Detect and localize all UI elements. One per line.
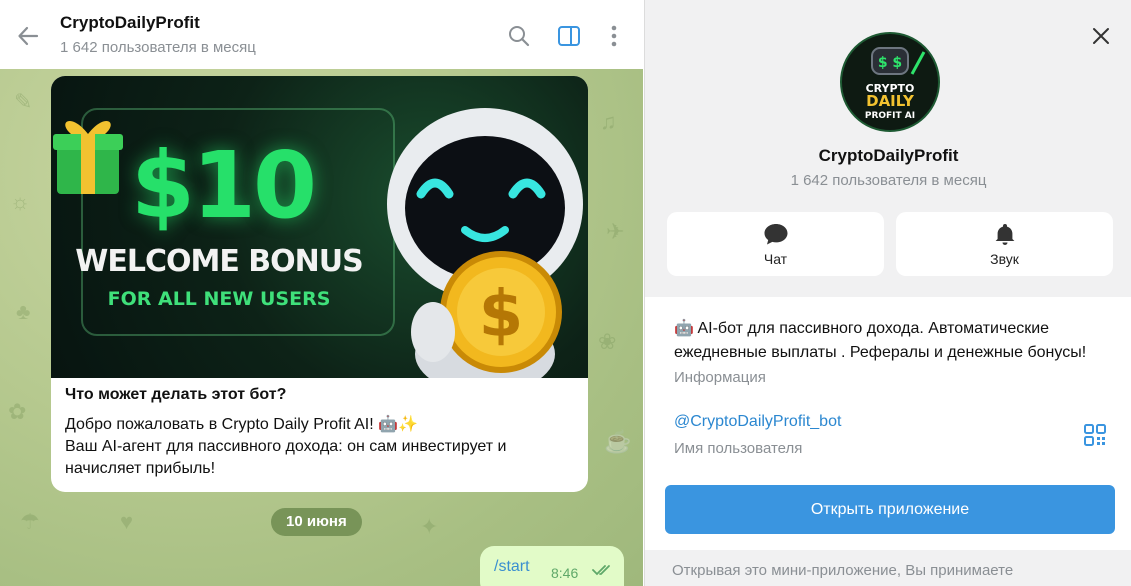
date-separator: 10 июня <box>271 508 362 536</box>
doodle-icon: ❀ <box>598 329 617 354</box>
bonus-subtitle: FOR ALL NEW USERS <box>107 288 331 310</box>
svg-text:$: $ <box>479 278 524 352</box>
bonus-title: WELCOME BONUS <box>75 244 363 279</box>
sidebar-toggle-icon[interactable] <box>555 22 583 50</box>
svg-text:$ $: $ $ <box>878 55 902 71</box>
bonus-amount: $10 <box>131 132 317 239</box>
sound-button-label: Звук <box>990 251 1019 267</box>
card-question: Что может делать этот бот? <box>65 386 287 403</box>
chat-header: CryptoDailyProfit 1 642 пользователя в м… <box>0 0 643 69</box>
chat-button-label: Чат <box>763 251 788 267</box>
doodle-icon: ✈ <box>606 219 625 244</box>
avatar-text: PROFIT AI <box>865 111 915 121</box>
card-body-line: Добро пожаловать в Crypto Daily Profit A… <box>65 416 418 433</box>
search-icon[interactable] <box>505 22 533 50</box>
welcome-bonus-banner[interactable]: $10 WELCOME BONUS FOR ALL NEW USERS $ <box>51 76 588 378</box>
chat-pane: ✎ ☼ ♣ ✿ ☂ ♫ ✈ ❀ ☕ ♥ ✦ CryptoDailyProfit … <box>0 0 643 586</box>
profile-name: CryptoDailyProfit <box>818 146 959 165</box>
doodle-icon: ☂ <box>20 509 40 534</box>
card-body: Добро пожаловать в Crypto Daily Profit A… <box>65 414 565 480</box>
profile-header: $ $ CRYPTO DAILY PROFIT AI CryptoDailyPr… <box>645 0 1131 297</box>
about-text: 🤖 AI-бот для пассивного дохода. Автомати… <box>674 320 1087 361</box>
about-label: Информация <box>674 369 766 386</box>
username-label: Имя пользователя <box>674 440 803 457</box>
profile-info-pane: $ $ CRYPTO DAILY PROFIT AI CryptoDailyPr… <box>644 0 1131 586</box>
close-icon[interactable] <box>1087 22 1115 50</box>
username-link[interactable]: @CryptoDailyProfit_bot <box>674 413 841 431</box>
robot-mascot-icon: $ <box>387 108 583 378</box>
back-arrow-icon[interactable] <box>14 22 42 50</box>
chat-title[interactable]: CryptoDailyProfit <box>60 13 200 33</box>
chat-bubble-icon <box>764 224 787 245</box>
gift-icon <box>53 120 123 194</box>
doodle-icon: ✿ <box>8 399 27 424</box>
doodle-icon: ♣ <box>16 299 31 324</box>
card-body-line: Ваш AI-агент для пассивного дохода: он с… <box>65 438 507 455</box>
bot-description-card: $10 WELCOME BONUS FOR ALL NEW USERS $ Чт… <box>51 76 588 492</box>
more-vertical-icon[interactable] <box>600 22 628 50</box>
open-app-button[interactable]: Открыть приложение <box>665 485 1115 534</box>
doodle-icon: ♥ <box>120 509 134 534</box>
footer-note: Открывая это мини-приложение, Вы принима… <box>672 562 1014 579</box>
profile-subtitle: 1 642 пользователя в месяц <box>790 172 987 189</box>
sound-button[interactable]: Звук <box>896 212 1113 276</box>
outgoing-text[interactable]: /start <box>494 558 530 576</box>
bot-logo-icon: $ $ CRYPTO DAILY PROFIT AI <box>865 47 926 121</box>
chat-button[interactable]: Чат <box>667 212 884 276</box>
double-check-icon <box>592 565 610 576</box>
doodle-icon: ♫ <box>600 109 617 134</box>
avatar[interactable]: $ $ CRYPTO DAILY PROFIT AI <box>840 32 940 132</box>
avatar-text: DAILY <box>866 92 915 110</box>
doodle-icon: ✦ <box>420 514 439 539</box>
doodle-icon: ☼ <box>10 189 31 214</box>
card-body-line: начисляет прибыль! <box>65 460 216 477</box>
message-time: 8:46 <box>551 565 579 581</box>
chat-subtitle: 1 642 пользователя в месяц <box>60 39 256 56</box>
qr-code-icon[interactable] <box>1083 423 1107 447</box>
doodle-icon: ✎ <box>14 89 33 114</box>
bell-icon <box>995 224 1014 245</box>
outgoing-message[interactable]: /start 8:46 <box>480 546 624 586</box>
doodle-icon: ☕ <box>604 429 632 454</box>
